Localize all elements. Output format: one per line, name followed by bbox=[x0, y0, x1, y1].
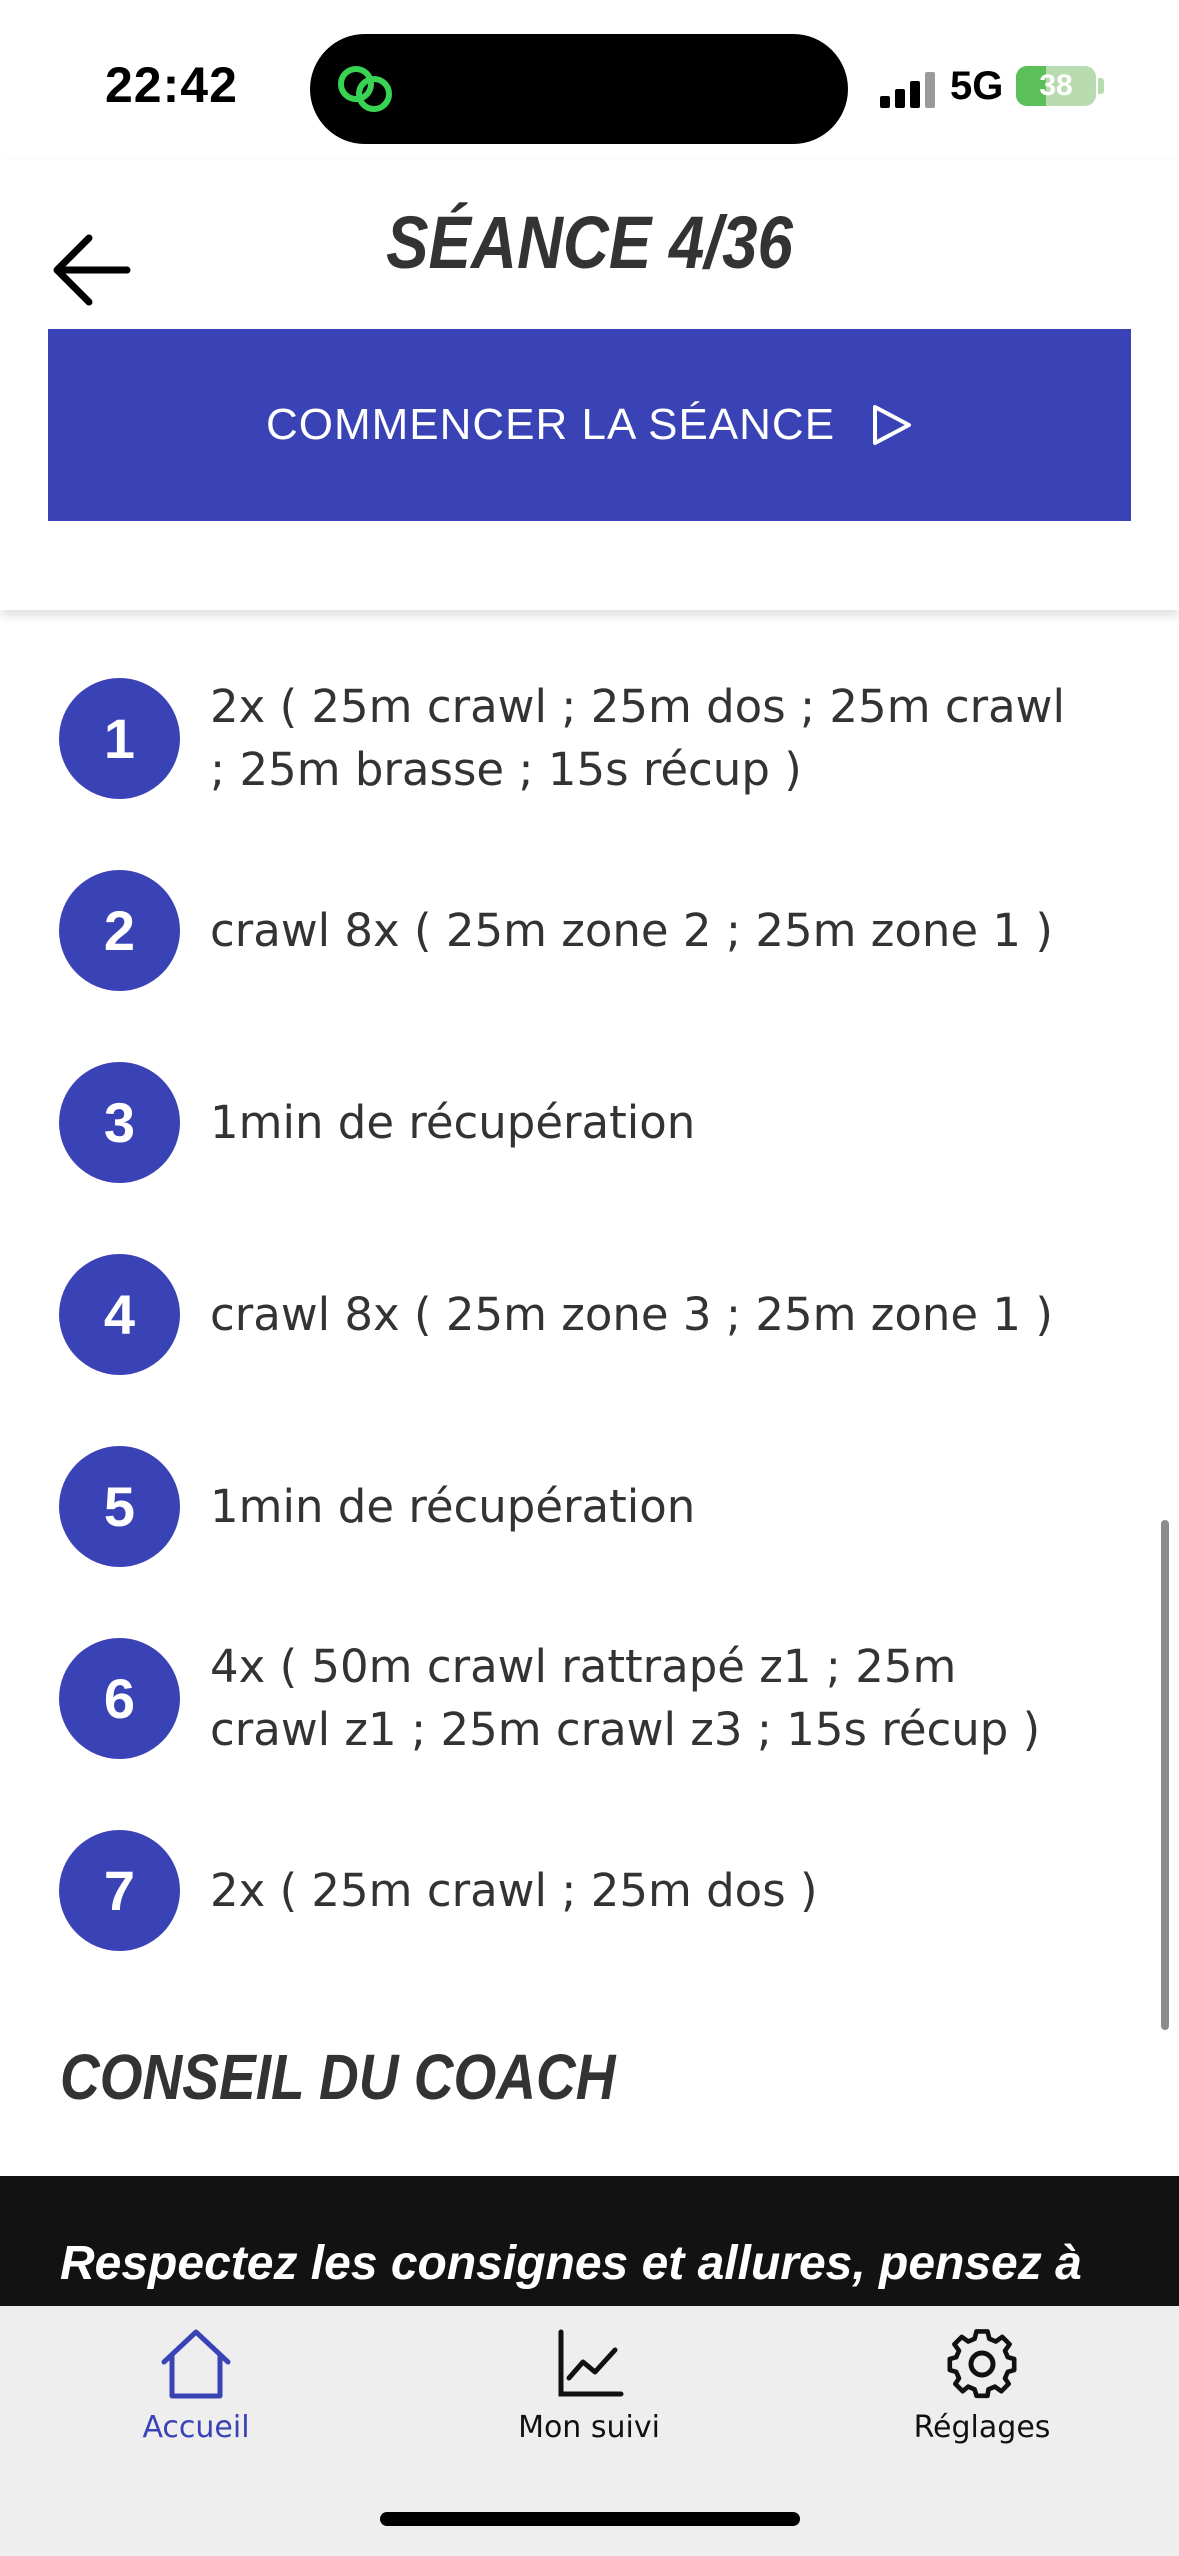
home-icon bbox=[161, 2329, 231, 2399]
step-text: 4x ( 50m crawl rattrapé z1 ; 25m crawl z… bbox=[210, 1640, 1041, 1756]
tab-label: Mon suivi bbox=[518, 2410, 660, 2445]
step-number-badge: 4 bbox=[59, 1254, 180, 1375]
step-number-badge: 5 bbox=[59, 1446, 180, 1567]
status-bar: 22:42 5G 38 bbox=[0, 0, 1179, 160]
tab-label: Réglages bbox=[913, 2410, 1051, 2445]
step-number-badge: 7 bbox=[59, 1830, 180, 1951]
step-text: crawl 8x ( 25m zone 3 ; 25m zone 1 ) bbox=[210, 1288, 1053, 1341]
signal-icon bbox=[880, 72, 938, 108]
gear-icon bbox=[947, 2329, 1017, 2399]
home-indicator bbox=[380, 2512, 800, 2526]
tab-accueil[interactable]: Accueil bbox=[66, 2326, 326, 2456]
tab-mon-suivi[interactable]: Mon suivi bbox=[459, 2326, 719, 2456]
battery-icon: 38 bbox=[1016, 66, 1096, 106]
step-text: 2x ( 25m crawl ; 25m dos ) bbox=[210, 1864, 818, 1917]
tab-reglages[interactable]: Réglages bbox=[852, 2326, 1112, 2456]
session-header: SÉANCE 4/36 COMMENCER LA SÉANCE bbox=[0, 160, 1179, 610]
step-text: crawl 8x ( 25m zone 2 ; 25m zone 1 ) bbox=[210, 904, 1053, 957]
status-time: 22:42 bbox=[105, 57, 238, 113]
step-text: 1min de récupération bbox=[210, 1096, 696, 1149]
coach-advice-title: CONSEIL DU COACH bbox=[60, 2041, 616, 2113]
coach-advice-text: Respectez les consignes et allures, pens… bbox=[60, 2237, 1082, 2290]
battery-percent: 38 bbox=[1039, 69, 1073, 102]
step-number-badge: 6 bbox=[59, 1638, 180, 1759]
chart-line-icon bbox=[558, 2329, 624, 2397]
step-number-badge: 2 bbox=[59, 870, 180, 991]
dynamic-island bbox=[310, 34, 848, 144]
scrollbar[interactable] bbox=[1161, 1520, 1169, 2030]
network-type: 5G bbox=[950, 64, 1004, 108]
play-outline-icon bbox=[873, 405, 912, 445]
start-session-button[interactable]: COMMENCER LA SÉANCE bbox=[48, 329, 1131, 521]
step-number-badge: 1 bbox=[59, 678, 180, 799]
page-title: SÉANCE 4/36 bbox=[386, 201, 793, 284]
start-session-label: COMMENCER LA SÉANCE bbox=[265, 400, 836, 449]
battery-tip bbox=[1098, 78, 1104, 94]
step-number-badge: 3 bbox=[59, 1062, 180, 1183]
step-text: 2x ( 25m crawl ; 25m dos ; 25m crawl ; 2… bbox=[210, 680, 1065, 796]
link-activity-icon bbox=[338, 66, 392, 112]
tab-label: Accueil bbox=[142, 2410, 250, 2445]
step-text: 1min de récupération bbox=[210, 1480, 696, 1533]
